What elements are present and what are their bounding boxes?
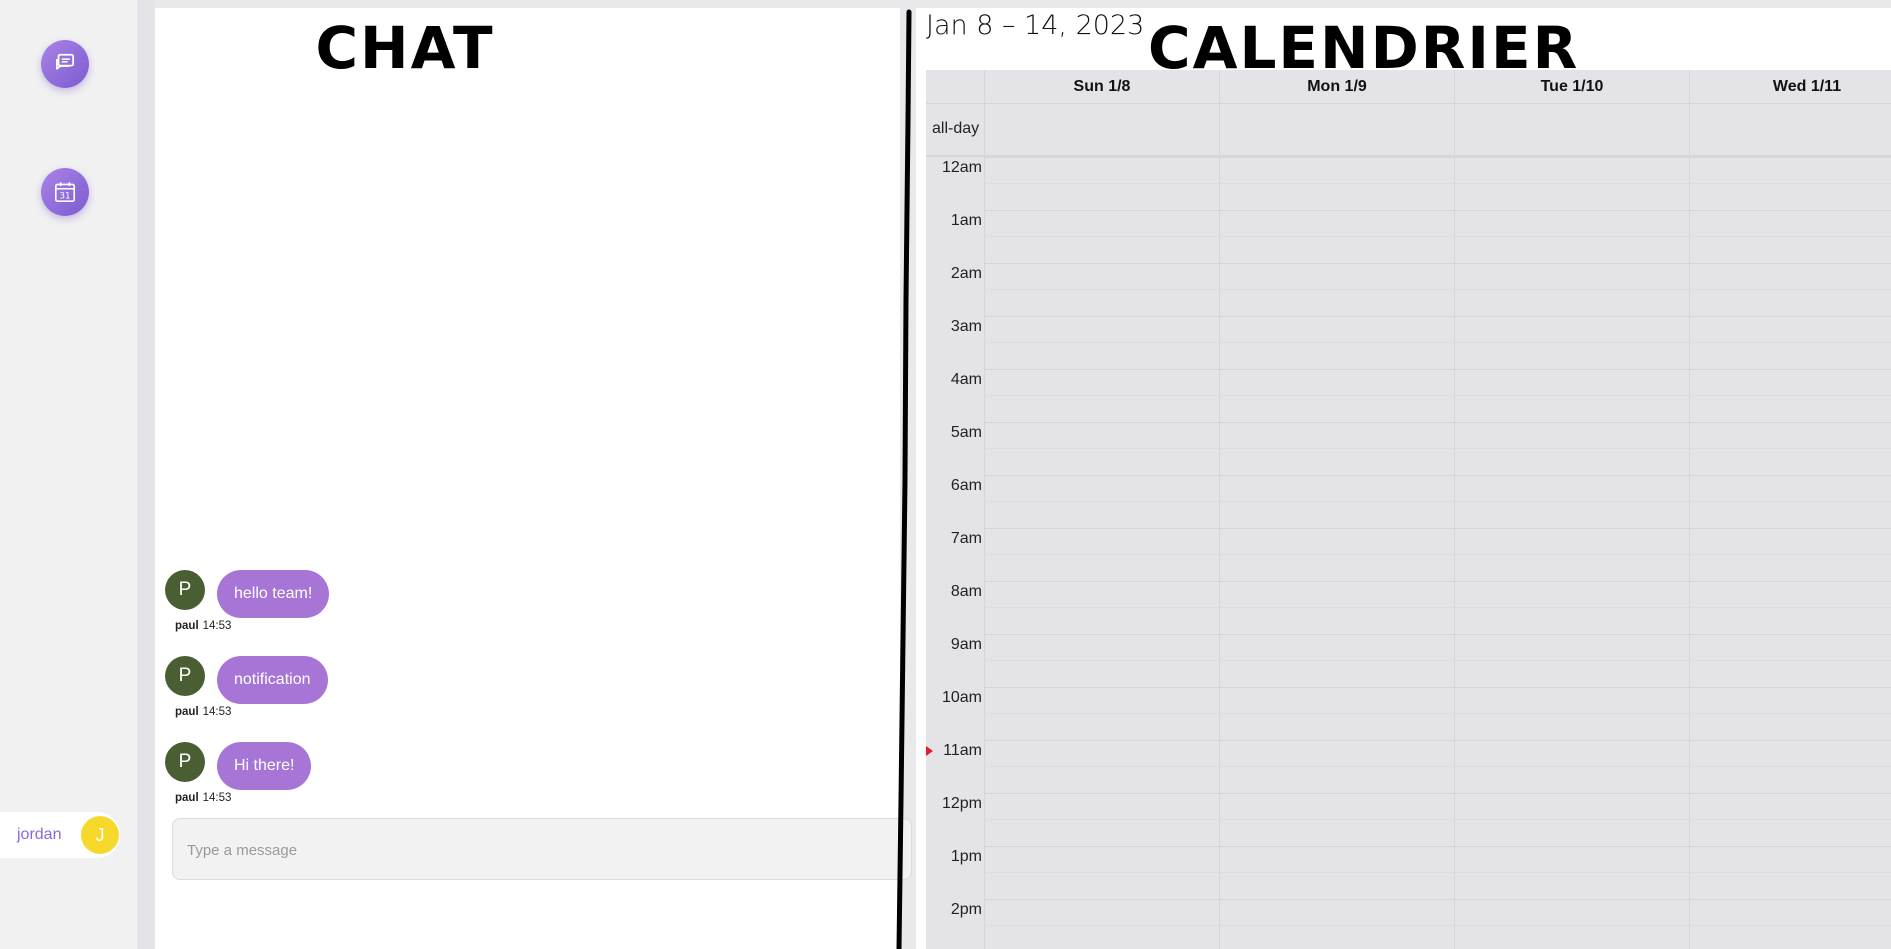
chat-panel: CHAT P hello team! paul 14:53 P notificat… [155, 8, 912, 949]
hour-label: 4am [950, 371, 982, 388]
message-bubble: Hi there! [217, 742, 312, 790]
message-author: paul [175, 792, 199, 804]
hour-label: 6am [950, 477, 982, 494]
day-header-tue[interactable]: Tue 1/10 [1454, 70, 1689, 103]
hour-label: 8am [950, 583, 982, 600]
half-hour-line [984, 872, 1891, 873]
half-hour-line [984, 713, 1891, 714]
message-bubble: hello team! [217, 570, 330, 618]
message-time: 14:53 [202, 706, 232, 718]
allday-row[interactable] [926, 103, 1891, 157]
avatar: P [165, 656, 205, 696]
hour-label: 9am [950, 636, 982, 653]
message-meta: paul 14:53 [175, 620, 231, 632]
hour-line [984, 846, 1891, 847]
half-hour-line [984, 183, 1891, 184]
hour-line [984, 263, 1891, 264]
day-header-mon[interactable]: Mon 1/9 [1219, 70, 1454, 103]
hour-label: 12pm [941, 795, 982, 812]
message-bubble: notification [217, 656, 328, 704]
half-hour-line [984, 607, 1891, 608]
grid-line [1689, 70, 1690, 949]
hour-line [984, 634, 1891, 635]
half-hour-line [984, 501, 1891, 502]
half-hour-line [984, 289, 1891, 290]
hour-line [984, 581, 1891, 582]
half-hour-line [984, 236, 1891, 237]
user-profile[interactable]: jordan J [0, 812, 120, 858]
half-hour-line [984, 660, 1891, 661]
sidebar: 31 jordan J [0, 0, 137, 949]
calendar-icon: 31 [54, 182, 76, 203]
message-meta: paul 14:53 [175, 792, 231, 804]
message-author: paul [175, 706, 199, 718]
day-header-wed[interactable]: Wed 1/11 [1689, 70, 1891, 103]
user-avatar: J [81, 816, 119, 854]
hour-line [984, 528, 1891, 529]
hour-label: 1am [950, 212, 982, 229]
hour-label: 5am [950, 424, 982, 441]
hour-line [984, 369, 1891, 370]
hour-label: 1pm [950, 848, 982, 865]
half-hour-line [984, 342, 1891, 343]
hour-line [984, 740, 1891, 741]
half-hour-line [984, 766, 1891, 767]
now-indicator [926, 746, 933, 756]
hour-line [984, 475, 1891, 476]
message-time: 14:53 [202, 792, 232, 804]
message-time: 14:53 [202, 620, 232, 632]
avatar: P [165, 570, 205, 610]
avatar: P [165, 742, 205, 782]
grid-line [984, 70, 985, 949]
calendar-panel: Jan 8 – 14, 2023 CALENDRIER Sun 1/8 Mon … [916, 8, 1891, 949]
hour-label: 3am [950, 318, 982, 335]
user-name: jordan [17, 826, 62, 843]
chat-title: CHAT [315, 14, 495, 82]
sidebar-gutter [137, 0, 155, 949]
half-hour-line [984, 554, 1891, 555]
svg-text:31: 31 [59, 192, 70, 202]
calendar-nav-button[interactable]: 31 [41, 168, 89, 216]
message-meta: paul 14:53 [175, 706, 231, 718]
half-hour-line [984, 448, 1891, 449]
half-hour-line [984, 819, 1891, 820]
hour-line [984, 899, 1891, 900]
hour-line [984, 793, 1891, 794]
hour-label: 2pm [950, 901, 982, 918]
grid-line [1219, 70, 1220, 949]
hour-label: 2am [950, 265, 982, 282]
calendar-week-grid: Sun 1/8 Mon 1/9 Tue 1/10 Wed 1/11 all-da… [926, 70, 1891, 949]
message-author: paul [175, 620, 199, 632]
hour-label: 11am [943, 742, 982, 759]
hour-label: 10am [941, 689, 982, 706]
hour-label: 7am [950, 530, 982, 547]
half-hour-line [984, 925, 1891, 926]
allday-label: all-day [932, 120, 980, 137]
message-input[interactable] [185, 831, 889, 869]
message-composer [172, 818, 912, 880]
hour-line [984, 687, 1891, 688]
day-header-sun[interactable]: Sun 1/8 [984, 70, 1219, 103]
half-hour-line [984, 395, 1891, 396]
grid-line [1454, 70, 1455, 949]
hour-line [984, 157, 1891, 158]
hour-line [984, 210, 1891, 211]
hour-line [984, 422, 1891, 423]
hour-line [984, 316, 1891, 317]
calendar-date-range: Jan 8 – 14, 2023 [926, 10, 1145, 41]
hour-label: 12am [941, 159, 982, 176]
